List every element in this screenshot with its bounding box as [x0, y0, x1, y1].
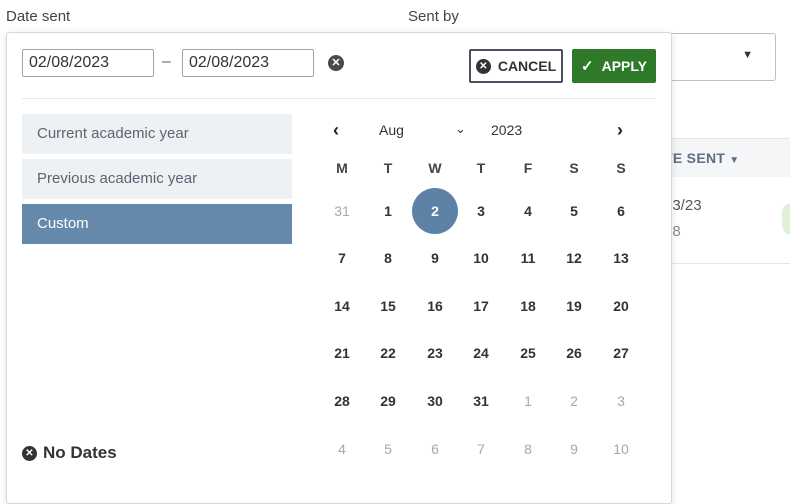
preset-previous-academic-year[interactable]: Previous academic year [22, 159, 292, 199]
calendar-day[interactable]: 16 [417, 288, 453, 324]
calendar-day[interactable]: 1 [510, 383, 546, 419]
weekday-header: F [523, 160, 533, 176]
calendar-day[interactable]: 15 [370, 288, 406, 324]
calendar-day[interactable]: 7 [463, 431, 499, 467]
close-circle-icon: ✕ [475, 58, 491, 74]
calendar-day[interactable]: 21 [324, 335, 360, 371]
sort-down-icon: ▼ [729, 155, 740, 166]
status-badge [782, 203, 790, 235]
calendar-day[interactable]: 19 [556, 288, 592, 324]
calendar-day[interactable]: 20 [603, 288, 639, 324]
calendar-day[interactable]: 17 [463, 288, 499, 324]
calendar-day[interactable]: 26 [556, 335, 592, 371]
calendar-day-selected[interactable]: 2 [412, 188, 458, 234]
date-sent-label: Date sent [6, 8, 71, 25]
from-date-input[interactable] [22, 49, 154, 77]
weekday-header: T [383, 160, 393, 176]
weekday-header: S [569, 160, 579, 176]
calendar-day[interactable]: 6 [417, 431, 453, 467]
calendar-day[interactable]: 24 [463, 335, 499, 371]
preset-custom[interactable]: Custom [22, 204, 292, 244]
calendar-day[interactable]: 28 [324, 383, 360, 419]
chevron-down-icon[interactable]: ⌄ [455, 121, 466, 137]
calendar-day[interactable]: 25 [510, 335, 546, 371]
preset-current-academic-year[interactable]: Current academic year [22, 114, 292, 154]
weekday-header: T [476, 160, 486, 176]
year-select[interactable]: 2023 [491, 122, 522, 138]
table-row: 03/23 38 [660, 177, 790, 264]
calendar-day[interactable]: 3 [463, 193, 499, 229]
calendar-day[interactable]: 18 [510, 288, 546, 324]
date-sent-column-header[interactable]: TE SENT ▼ [660, 138, 790, 178]
date-range-picker: – ✕ ✕ CANCEL ✓ APPLY Current academic ye… [6, 32, 672, 504]
calendar-day[interactable]: 5 [370, 431, 406, 467]
calendar-day[interactable]: 10 [463, 240, 499, 276]
apply-label: APPLY [601, 58, 647, 74]
clear-dates-icon[interactable]: ✕ [328, 55, 344, 71]
weekday-header: S [616, 160, 626, 176]
divider [22, 98, 656, 99]
sent-by-select[interactable]: ▼ [660, 33, 776, 81]
calendar-day[interactable]: 7 [324, 240, 360, 276]
chevron-right-icon[interactable]: › [617, 120, 623, 141]
calendar-day[interactable]: 8 [510, 431, 546, 467]
calendar-day[interactable]: 2 [556, 383, 592, 419]
calendar-day[interactable]: 11 [510, 240, 546, 276]
checkmark-icon: ✓ [581, 58, 594, 75]
chevron-down-icon: ▼ [742, 49, 753, 61]
calendar-day[interactable]: 9 [556, 431, 592, 467]
calendar-day[interactable]: 4 [510, 193, 546, 229]
calendar-day[interactable]: 1 [370, 193, 406, 229]
calendar-day[interactable]: 8 [370, 240, 406, 276]
apply-button[interactable]: ✓ APPLY [572, 49, 656, 83]
calendar-day[interactable]: 9 [417, 240, 453, 276]
calendar-day[interactable]: 30 [417, 383, 453, 419]
calendar-day[interactable]: 31 [324, 193, 360, 229]
calendar-day[interactable]: 13 [603, 240, 639, 276]
calendar-day[interactable]: 5 [556, 193, 592, 229]
calendar-day[interactable]: 10 [603, 431, 639, 467]
calendar-day[interactable]: 29 [370, 383, 406, 419]
cancel-label: CANCEL [497, 58, 557, 74]
to-date-input[interactable] [182, 49, 314, 77]
month-select[interactable]: Aug [379, 122, 404, 138]
calendar-day[interactable]: 12 [556, 240, 592, 276]
calendar-day[interactable]: 4 [324, 431, 360, 467]
weekday-header: M [336, 160, 348, 176]
weekday-header: W [428, 160, 442, 176]
calendar-day[interactable]: 27 [603, 335, 639, 371]
calendar-day[interactable]: 23 [417, 335, 453, 371]
calendar-day[interactable]: 14 [324, 288, 360, 324]
range-separator: – [162, 53, 171, 70]
no-dates-button[interactable]: ✕ No Dates [22, 443, 117, 463]
sent-by-label: Sent by [408, 8, 459, 25]
calendar-day[interactable]: 22 [370, 335, 406, 371]
no-dates-label: No Dates [43, 443, 117, 462]
calendar-day[interactable]: 31 [463, 383, 499, 419]
close-circle-icon: ✕ [22, 445, 37, 461]
calendar-day[interactable]: 6 [603, 193, 639, 229]
chevron-left-icon[interactable]: ‹ [333, 120, 339, 141]
calendar-day[interactable]: 3 [603, 383, 639, 419]
column-header-label: TE SENT [664, 150, 726, 166]
cancel-button[interactable]: ✕ CANCEL [469, 49, 563, 83]
